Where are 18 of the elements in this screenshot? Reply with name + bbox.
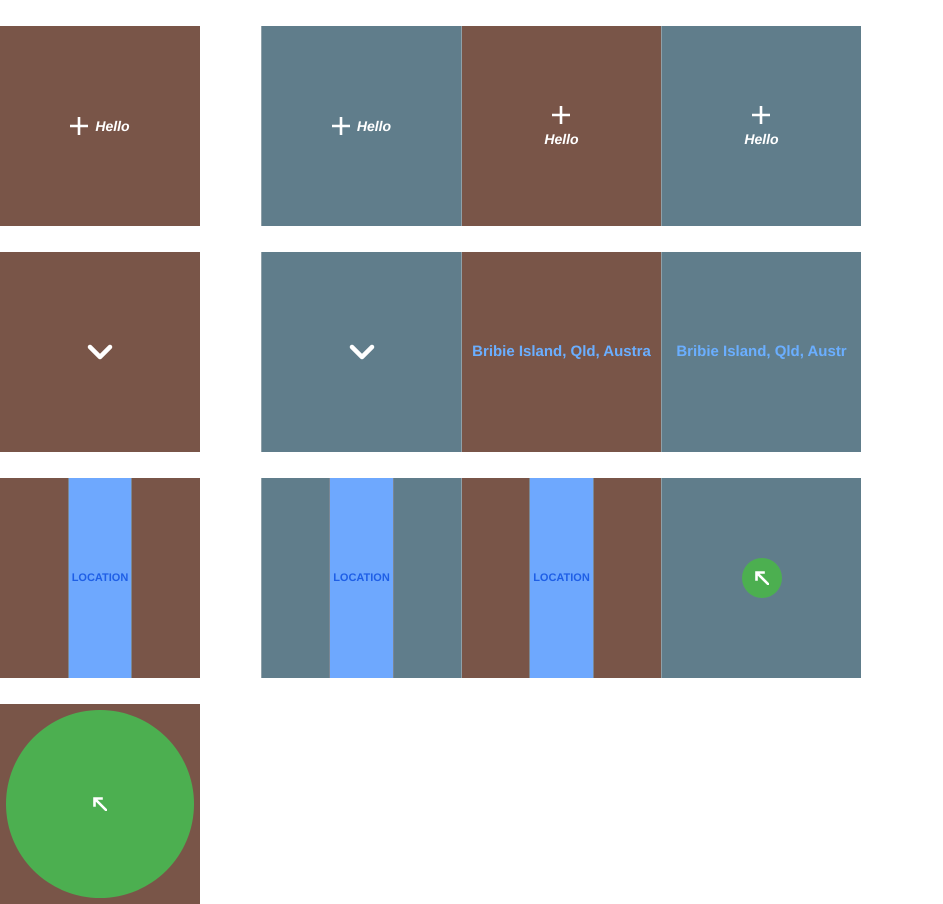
arrow-up-left-icon (93, 797, 107, 811)
location-text: Bribie Island, Qld, Austr (676, 342, 847, 362)
add-button[interactable]: Hello (544, 106, 579, 146)
location-label: LOCATION (529, 478, 594, 678)
location-label: LOCATION (68, 478, 132, 678)
arrow-up-left-icon (754, 571, 768, 585)
plus-icon (70, 117, 88, 135)
plus-icon (552, 106, 570, 124)
chevron-down-icon[interactable] (348, 344, 374, 360)
location-text: Bribie Island, Qld, Austra (472, 342, 651, 362)
plus-icon (332, 117, 350, 135)
action-button[interactable] (742, 558, 782, 598)
add-button[interactable]: Hello (744, 106, 779, 146)
add-button[interactable]: Hello (70, 117, 130, 135)
add-button[interactable]: Hello (332, 117, 392, 135)
chevron-down-icon[interactable] (87, 344, 113, 360)
plus-icon (752, 106, 770, 124)
location-label: LOCATION (329, 478, 394, 678)
